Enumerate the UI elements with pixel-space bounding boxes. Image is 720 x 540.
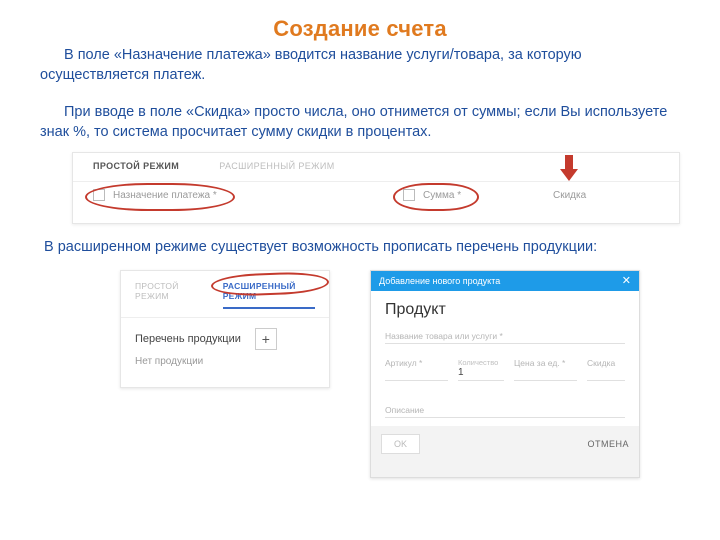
add-product-button[interactable]: + — [255, 328, 277, 350]
tab-simple[interactable]: ПРОСТОЙ РЕЖИМ — [93, 161, 179, 171]
ok-button[interactable]: OK — [381, 434, 420, 454]
annotation-arrow-discount — [560, 155, 578, 181]
screenshot-add-product-dialog: Добавление нового продукта ✕ Продукт Наз… — [370, 270, 640, 478]
paragraph-1-text: В поле «Назначение платежа» вводится наз… — [40, 47, 582, 83]
paragraph-3: В расширенном режиме существует возможно… — [0, 238, 720, 258]
paragraph-2: При вводе в поле «Скидка» просто числа, … — [0, 103, 720, 142]
tab-extended[interactable]: РАСШИРЕННЫЙ РЕЖИМ — [219, 161, 334, 171]
field-description[interactable]: Описание — [385, 399, 625, 418]
field-discount[interactable]: Скидка — [587, 352, 625, 381]
screenshot-extended-tab: ПРОСТОЙ РЕЖИМ РАСШИРЕННЫЙ РЕЖИМ Перечень… — [120, 270, 330, 388]
paragraph-1: В поле «Назначение платежа» вводится наз… — [0, 46, 720, 85]
dialog-title: Добавление нового продукта — [379, 276, 500, 286]
field-discount-label: Скидка — [553, 190, 586, 201]
screenshot-simple-mode: ПРОСТОЙ РЕЖИМ РАСШИРЕННЫЙ РЕЖИМ Назначен… — [72, 152, 680, 224]
dialog-heading: Продукт — [371, 291, 639, 325]
empty-products-text: Нет продукции — [121, 356, 329, 367]
annotation-circle-sum — [393, 183, 479, 211]
field-quantity-value: 1 — [458, 367, 504, 378]
annotation-circle-purpose — [85, 183, 235, 211]
products-label: Перечень продукции — [135, 333, 241, 345]
page-title: Создание счета — [0, 0, 720, 42]
field-product-name[interactable]: Название товара или услуги * — [385, 325, 625, 344]
paragraph-2-text: При вводе в поле «Скидка» просто числа, … — [40, 104, 667, 140]
field-quantity-label: Количество — [458, 358, 504, 367]
field-article[interactable]: Артикул * — [385, 352, 448, 381]
tab-simple-2[interactable]: ПРОСТОЙ РЕЖИМ — [135, 281, 203, 309]
close-icon[interactable]: ✕ — [622, 274, 631, 287]
field-quantity[interactable]: Количество 1 — [458, 352, 504, 381]
cancel-button[interactable]: ОТМЕНА — [587, 439, 629, 449]
field-price[interactable]: Цена за ед. * — [514, 352, 577, 381]
